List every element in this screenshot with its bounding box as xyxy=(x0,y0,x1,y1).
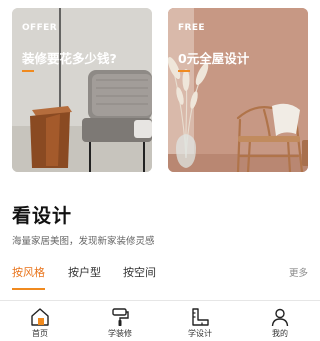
person-icon xyxy=(271,308,289,327)
promo-cards: OFFER 装修要花多少钱? FREE 0元全屋设计 xyxy=(12,8,308,172)
free-accent-bar xyxy=(178,70,190,72)
promo-card-free[interactable]: FREE 0元全屋设计 xyxy=(168,8,308,172)
nav-item-home[interactable]: 首页 xyxy=(10,301,70,341)
nav-label-home: 首页 xyxy=(32,329,48,338)
tab-by-style[interactable]: 按风格 xyxy=(12,264,45,280)
nav-item-learn-design[interactable]: 学设计 xyxy=(170,301,230,341)
bottom-nav: 首页 学装修 学设计 我的 xyxy=(0,301,320,341)
nav-label-learn-renovation: 学装修 xyxy=(108,329,132,338)
promo-card-offer[interactable]: OFFER 装修要花多少钱? xyxy=(12,8,152,172)
tab-by-floorplan[interactable]: 按户型 xyxy=(68,264,101,280)
nav-label-learn-design: 学设计 xyxy=(188,329,212,338)
home-icon xyxy=(31,308,49,326)
nav-item-mine[interactable]: 我的 xyxy=(250,301,310,341)
nav-item-learn-renovation[interactable]: 学装修 xyxy=(90,301,150,341)
free-title: 0元全屋设计 xyxy=(178,51,250,66)
paint-roller-icon xyxy=(112,308,129,326)
section-title: 看设计 xyxy=(12,205,73,227)
offer-tag: OFFER xyxy=(22,23,58,33)
ruler-square-icon xyxy=(192,308,209,326)
design-category-tabs: 按风格 按户型 按空间 更多 xyxy=(12,262,308,292)
offer-title: 装修要花多少钱? xyxy=(22,51,117,66)
nav-label-mine: 我的 xyxy=(272,329,288,338)
tab-by-space[interactable]: 按空间 xyxy=(123,264,156,280)
free-tag: FREE xyxy=(178,23,205,33)
section-subtitle: 海量家居美图，发现新家装修灵感 xyxy=(12,236,155,247)
more-link[interactable]: 更多 xyxy=(289,265,308,279)
offer-accent-bar xyxy=(22,70,34,72)
active-tab-indicator xyxy=(12,288,45,290)
